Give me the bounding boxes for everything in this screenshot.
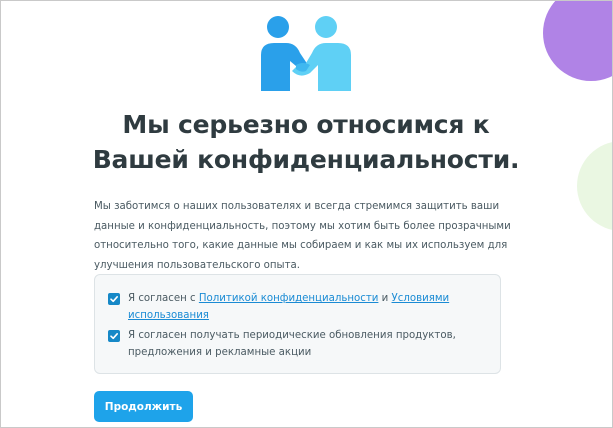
privacy-consent-label: Я согласен с Политикой конфиденциальност… xyxy=(128,290,478,324)
updates-consent-checkbox[interactable] xyxy=(108,330,120,342)
decorative-green-circle xyxy=(577,141,612,231)
privacy-description: Мы заботимся о наших пользователях и все… xyxy=(94,201,511,271)
consent-privacy-row: Я согласен с Политикой конфиденциальност… xyxy=(108,290,478,324)
privacy-consent-text-middle: и xyxy=(378,293,392,304)
consent-updates-row: Я согласен получать периодические обновл… xyxy=(108,327,478,361)
continue-button[interactable]: Продолжить xyxy=(94,391,193,422)
checkmark-icon xyxy=(110,333,118,340)
privacy-consent-checkbox[interactable] xyxy=(108,293,120,305)
consent-box: Я согласен с Политикой конфиденциальност… xyxy=(94,274,501,374)
privacy-policy-link[interactable]: Политикой конфиденциальности xyxy=(199,293,379,304)
handshake-people-icon xyxy=(261,16,351,91)
privacy-consent-page: Мы серьезно относимся к Вашей конфиденци… xyxy=(0,0,613,428)
privacy-consent-text-before: Я согласен с xyxy=(128,293,199,304)
decorative-purple-circle xyxy=(543,1,612,81)
title-line-2: Вашей конфиденциальности. xyxy=(92,145,520,174)
updates-consent-label: Я согласен получать периодические обновл… xyxy=(128,330,456,358)
title-line-1: Мы серьезно относимся к xyxy=(122,110,490,139)
page-title: Мы серьезно относимся к Вашей конфиденци… xyxy=(41,107,571,177)
checkmark-icon xyxy=(110,296,118,303)
